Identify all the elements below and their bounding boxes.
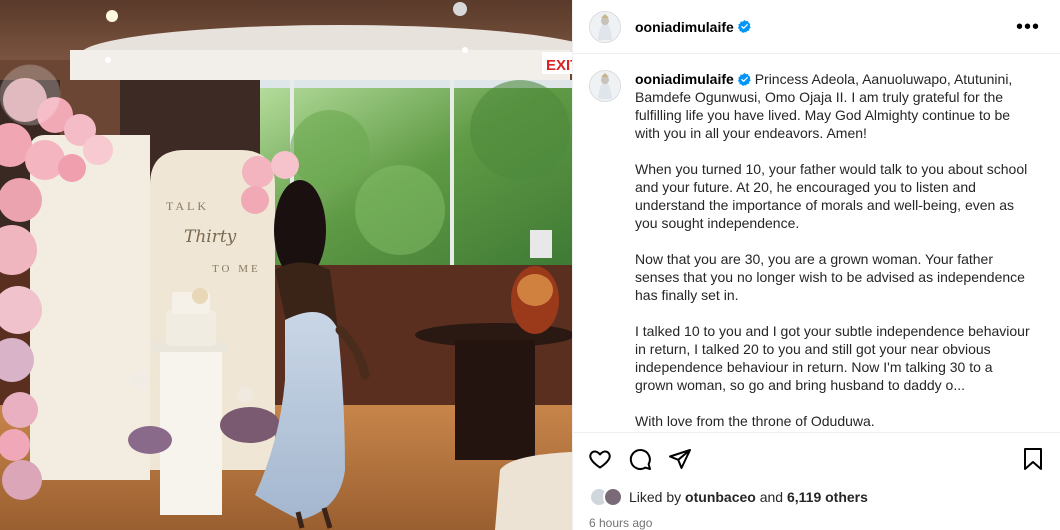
post-details-panel: ooniadimulaife ••• ooniadimulaife Prince… [572,0,1060,530]
caption-paragraph: ooniadimulaife Princess Adeola, Aanuoluw… [635,70,1031,142]
avatar-image [590,11,620,42]
liker-avatars[interactable] [589,487,625,507]
more-options-icon[interactable]: ••• [1012,17,1044,37]
bookmark-icon [1024,447,1042,470]
svg-text:TALK: TALK [166,199,209,213]
caption-text: ooniadimulaife Princess Adeola, Aanuoluw… [635,70,1031,432]
post-header: ooniadimulaife ••• [573,0,1060,54]
caption-avatar[interactable] [589,70,621,102]
action-bar [573,432,1060,484]
comment-button[interactable] [627,446,653,472]
caption-paragraph-4: I talked 10 to you and I got your subtle… [635,323,1030,393]
liker-username[interactable]: otunbaceo [685,489,756,505]
share-button[interactable] [667,446,693,472]
caption-paragraph-2: When you turned 10, your father would ta… [635,161,1028,231]
party-photo-illustration: EXIT TALK Thirty TO ME [0,0,572,530]
heart-icon [589,450,611,468]
likes-count[interactable]: 6,119 others [787,489,868,505]
svg-text:EXIT: EXIT [546,57,572,74]
liker-avatar [603,487,623,507]
caption-paragraph-5: With love from the throne of Oduduwa. [635,413,875,429]
comment-icon [629,448,651,470]
likes-connector: and [759,489,784,505]
avatar-image [590,71,620,101]
verified-badge-icon [737,20,751,33]
likes-prefix: Liked by [629,489,682,505]
save-button[interactable] [1020,446,1046,472]
caption-area: ooniadimulaife Princess Adeola, Aanuoluw… [573,54,1060,432]
caption-username[interactable]: ooniadimulaife [635,71,734,87]
post-timestamp[interactable]: 6 hours ago [573,510,1060,530]
send-icon [669,448,691,469]
likes-row: Liked by otunbaceo and 6,119 others [573,484,1060,510]
like-button[interactable] [587,446,613,472]
post-photo[interactable]: EXIT TALK Thirty TO ME [0,0,572,530]
svg-text:TO ME: TO ME [212,263,261,275]
avatar[interactable] [589,10,621,43]
username[interactable]: ooniadimulaife [635,19,734,35]
verified-badge-icon [737,73,751,86]
caption-paragraph-3: Now that you are 30, you are a grown wom… [635,251,1025,303]
svg-text:Thirty: Thirty [184,227,237,247]
